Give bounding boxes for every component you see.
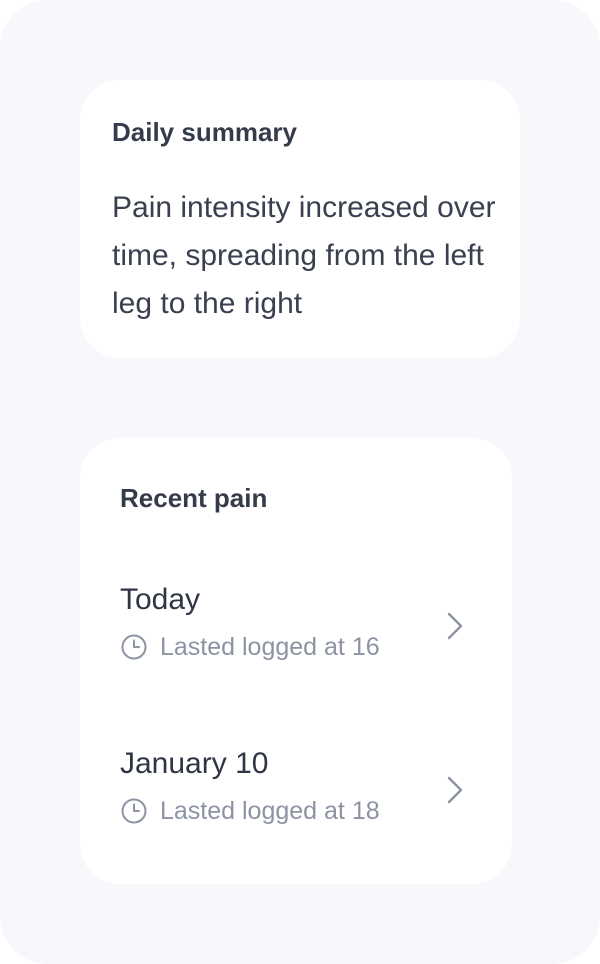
daily-summary-card: Daily summary Pain intensity increased o… (80, 80, 520, 358)
recent-pain-title: Recent pain (120, 483, 268, 513)
pain-entry-log: Lasted logged at 18 (160, 797, 380, 825)
daily-summary-text: Pain intensity increased over time, spre… (112, 191, 496, 320)
daily-summary-title: Daily summary (112, 117, 297, 147)
recent-pain-card: Recent pain Today Lasted logged at 16 Ja… (80, 438, 512, 884)
app-screen: Daily summary Pain intensity increased o… (0, 0, 600, 964)
pain-entry-today[interactable]: Today Lasted logged at 16 (80, 574, 512, 684)
pain-entry-january-10[interactable]: January 10 Lasted logged at 18 (80, 738, 512, 848)
pain-entry-log: Lasted logged at 16 (160, 633, 380, 661)
pain-entry-date: Today (120, 583, 201, 616)
clock-icon (121, 634, 147, 660)
pain-entry-date: January 10 (120, 747, 269, 780)
clock-icon (121, 798, 147, 824)
pain-entry-meta: Lasted logged at 18 (120, 794, 380, 828)
chevron-right-icon[interactable] (440, 772, 468, 808)
chevron-right-icon[interactable] (440, 608, 468, 644)
pain-entry-meta: Lasted logged at 16 (120, 630, 380, 664)
